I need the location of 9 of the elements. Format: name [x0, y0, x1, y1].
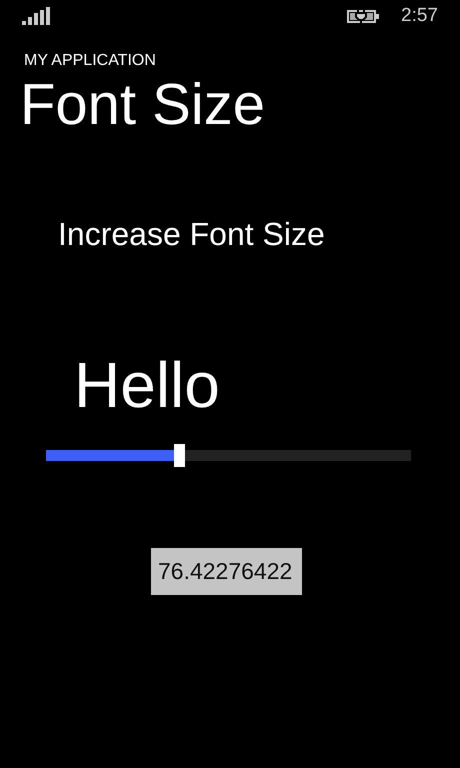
signal-icon	[22, 7, 51, 25]
page-title: Font Size	[20, 71, 266, 139]
value-field[interactable]: 76.42276422	[151, 548, 302, 595]
app-title: MY APPLICATION	[24, 52, 157, 70]
instruction-text: Increase Font Size	[58, 215, 325, 254]
clock-time: 2:57	[401, 5, 438, 27]
preview-text: Hello	[74, 348, 220, 422]
slider-thumb[interactable]	[174, 444, 185, 467]
battery-charging-icon	[347, 8, 380, 24]
